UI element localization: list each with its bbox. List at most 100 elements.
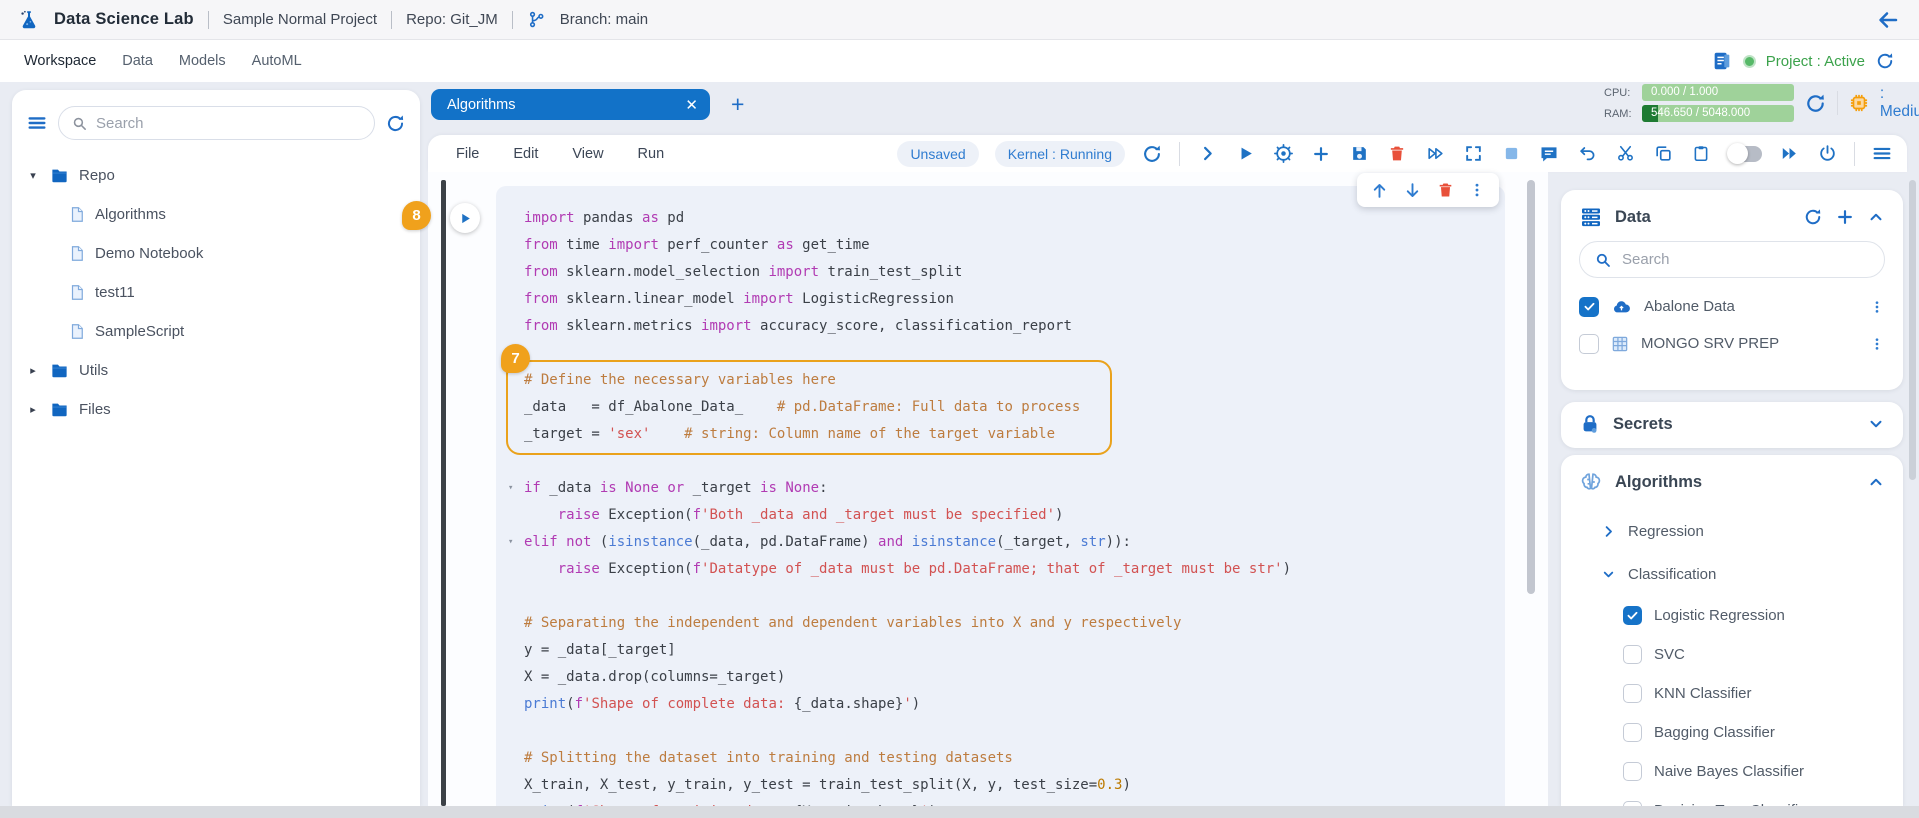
tree-folder-utils[interactable]: ▸Utils	[26, 351, 406, 390]
toolbar-play-icon[interactable]	[1234, 143, 1256, 165]
caret-down-icon[interactable]: ▾	[26, 169, 40, 182]
code-line[interactable]: print(f'Shape of training data: {X_train…	[524, 799, 1505, 806]
data-refresh-icon[interactable]	[1803, 207, 1823, 227]
checkbox-unchecked[interactable]	[1623, 684, 1642, 703]
algo-item-svc[interactable]: SVC	[1561, 635, 1903, 674]
sidebar-search-input[interactable]	[96, 115, 362, 132]
checkbox-checked[interactable]	[1579, 297, 1599, 317]
data-search-input[interactable]	[1622, 251, 1870, 268]
tree-file-demo-notebook[interactable]: Demo Notebook	[26, 234, 406, 273]
toolbar-comment-icon[interactable]	[1538, 143, 1560, 165]
checkbox-unchecked[interactable]	[1623, 723, 1642, 742]
data-search[interactable]	[1579, 241, 1885, 278]
tree-file-samplescript[interactable]: SampleScript	[26, 312, 406, 351]
tab-close-icon[interactable]: ✕	[685, 96, 698, 114]
tree-file-test11[interactable]: test11	[26, 273, 406, 312]
code-line[interactable]: # Define the necessary variables here	[524, 367, 1505, 394]
project-refresh-icon[interactable]	[1875, 51, 1895, 71]
selected-cell-indicator-bar[interactable]	[441, 180, 446, 806]
toolbar-trash-icon[interactable]	[1386, 143, 1408, 165]
menu-edit[interactable]: Edit	[513, 146, 538, 162]
nav-tab-data[interactable]: Data	[122, 53, 153, 69]
menu-file[interactable]: File	[456, 146, 479, 162]
cell-delete-icon[interactable]	[1437, 181, 1454, 199]
cell-move-down-icon[interactable]	[1403, 181, 1422, 200]
algo-item-decision-tree-classifier[interactable]: Decision Tree Classifier	[1561, 791, 1903, 806]
sidebar-hamburger-icon[interactable]	[26, 112, 48, 134]
notebook-menu-hamburger-icon[interactable]	[1871, 143, 1893, 165]
checkbox-unchecked[interactable]	[1623, 645, 1642, 664]
code-line[interactable]: from sklearn.model_selection import trai…	[524, 259, 1505, 286]
toolbar-settings-gear-icon[interactable]	[1272, 143, 1294, 165]
nav-tab-automl[interactable]: AutoML	[252, 53, 302, 69]
data-collapse-chevron-up-icon[interactable]	[1867, 208, 1885, 226]
code-line[interactable]: _data = df_Abalone_Data_ # pd.DataFrame:…	[524, 394, 1505, 421]
toolbar-paste-icon[interactable]	[1690, 143, 1712, 165]
chevron-down-sm-icon[interactable]	[1601, 567, 1616, 582]
algo-group-regression[interactable]: Regression	[1561, 510, 1903, 553]
code-blank-line[interactable]	[524, 340, 1505, 367]
toolbar-expand-icon[interactable]	[1462, 143, 1484, 165]
notebook-refresh-icon[interactable]	[1141, 143, 1163, 165]
new-tab-plus-icon[interactable]: +	[731, 91, 744, 118]
data-item-abalone-data[interactable]: Abalone Data	[1561, 288, 1903, 325]
caret-right-icon[interactable]: ▸	[26, 364, 40, 377]
toolbar-fast-forward-icon[interactable]	[1424, 143, 1446, 165]
data-add-plus-icon[interactable]	[1835, 207, 1855, 227]
caret-right-icon[interactable]: ▸	[26, 403, 40, 416]
toolbar-power-icon[interactable]	[1816, 143, 1838, 165]
code-line[interactable]: from sklearn.metrics import accuracy_sco…	[524, 313, 1505, 340]
data-item-kebab-icon[interactable]	[1869, 335, 1885, 353]
toolbar-chevron-right-icon[interactable]	[1196, 143, 1218, 165]
sidebar-search[interactable]	[58, 106, 375, 140]
algo-item-knn-classifier[interactable]: KNN Classifier	[1561, 674, 1903, 713]
sidebar-refresh-icon[interactable]	[385, 113, 406, 134]
code-line[interactable]: y = _data[_target]	[524, 637, 1505, 664]
code-line[interactable]: ▾if _data is None or _target is None:	[524, 475, 1505, 502]
toolbar-run-all-icon[interactable]	[1778, 143, 1800, 165]
code-line[interactable]: X_train, X_test, y_train, y_test = train…	[524, 772, 1505, 799]
toolbar-cut-icon[interactable]	[1614, 143, 1636, 165]
code-line[interactable]: _target = 'sex' # string: Column name of…	[524, 421, 1505, 448]
nav-tab-models[interactable]: Models	[179, 53, 226, 69]
data-item-mongo-srv-prep[interactable]: MONGO SRV PREP	[1561, 325, 1903, 362]
resources-refresh-icon[interactable]	[1804, 92, 1827, 115]
code-line[interactable]: # Separating the independent and depende…	[524, 610, 1505, 637]
chevron-right-sm-icon[interactable]	[1601, 524, 1616, 539]
code-blank-line[interactable]	[524, 448, 1505, 475]
fold-marker-icon[interactable]: ▾	[508, 529, 513, 556]
toolbar-toggle-switch[interactable]	[1728, 146, 1762, 162]
toolbar-stop-icon[interactable]	[1500, 143, 1522, 165]
secrets-expand-chevron-down-icon[interactable]	[1867, 415, 1885, 433]
fold-marker-icon[interactable]: ▾	[508, 475, 513, 502]
checkbox-unchecked[interactable]	[1623, 762, 1642, 781]
tree-folder-repo[interactable]: ▾Repo	[26, 156, 406, 195]
code-line[interactable]: from sklearn.linear_model import Logisti…	[524, 286, 1505, 313]
algo-item-bagging-classifier[interactable]: Bagging Classifier	[1561, 713, 1903, 752]
menu-view[interactable]: View	[572, 146, 603, 162]
toolbar-undo-icon[interactable]	[1576, 143, 1598, 165]
data-item-kebab-icon[interactable]	[1869, 298, 1885, 316]
code-line[interactable]: print(f'Shape of complete data: {_data.s…	[524, 691, 1505, 718]
checkbox-checked[interactable]	[1623, 606, 1642, 625]
tree-folder-files[interactable]: ▸Files	[26, 390, 406, 429]
checkbox-unchecked[interactable]	[1579, 334, 1599, 354]
code-line[interactable]: raise Exception(f'Both _data and _target…	[524, 502, 1505, 529]
algo-item-logistic-regression[interactable]: Logistic Regression	[1561, 596, 1903, 635]
cell-move-up-icon[interactable]	[1370, 181, 1389, 200]
back-arrow-icon[interactable]	[1875, 8, 1901, 32]
tab-algorithms[interactable]: Algorithms ✕	[431, 89, 710, 120]
code-line[interactable]: import pandas as pd	[524, 205, 1505, 232]
algo-item-naive-bayes-classifier[interactable]: Naive Bayes Classifier	[1561, 752, 1903, 791]
algorithms-collapse-chevron-up-icon[interactable]	[1867, 473, 1885, 491]
code-line[interactable]: # Splitting the dataset into training an…	[524, 745, 1505, 772]
notebook-scrollbar-thumb[interactable]	[1527, 180, 1535, 594]
nav-tab-workspace[interactable]: Workspace	[24, 53, 96, 69]
code-line[interactable]: ▾elif not (isinstance(_data, pd.DataFram…	[524, 529, 1505, 556]
code-line[interactable]: raise Exception(f'Datatype of _data must…	[524, 556, 1505, 583]
code-line[interactable]: from time import perf_counter as get_tim…	[524, 232, 1505, 259]
toolbar-save-icon[interactable]	[1348, 143, 1370, 165]
window-scrollbar-thumb[interactable]	[1909, 180, 1916, 480]
code-blank-line[interactable]	[524, 583, 1505, 610]
algo-group-classification[interactable]: Classification	[1561, 553, 1903, 596]
